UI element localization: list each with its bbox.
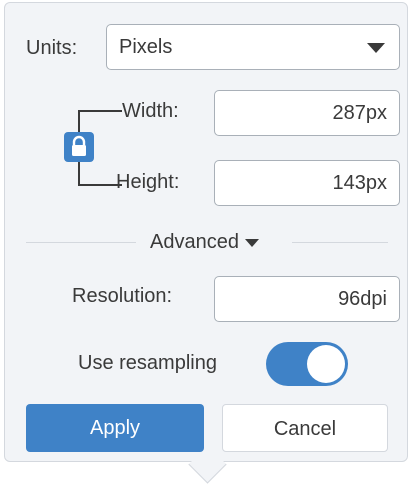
chevron-down-icon [244, 238, 259, 247]
resize-popover-canvas: Units: Pixels Width: Height: Advanced Re… [0, 0, 418, 488]
resampling-toggle[interactable] [266, 342, 348, 386]
toggle-knob [307, 345, 345, 383]
height-input[interactable] [214, 160, 400, 206]
divider-right [292, 242, 388, 243]
width-input[interactable] [214, 90, 400, 136]
units-select[interactable]: Pixels [106, 24, 400, 70]
resolution-input[interactable] [214, 276, 400, 322]
resampling-label: Use resampling [78, 352, 217, 374]
chevron-down-icon [367, 43, 385, 53]
resolution-label: Resolution: [72, 285, 173, 307]
bracket-top-horizontal [78, 110, 122, 112]
bracket-bottom-vertical [78, 162, 80, 186]
divider-left [26, 242, 136, 243]
cancel-button[interactable]: Cancel [222, 404, 388, 452]
width-label: Width: [122, 100, 179, 122]
aspect-lock-button[interactable] [64, 132, 94, 162]
units-label: Units: [26, 37, 78, 59]
lock-icon [72, 135, 86, 156]
height-label: Height: [116, 171, 180, 193]
bracket-top-vertical [78, 110, 80, 134]
advanced-toggle[interactable]: Advanced [150, 230, 259, 254]
advanced-label: Advanced [150, 231, 239, 253]
units-selected-value: Pixels [119, 36, 173, 58]
apply-button[interactable]: Apply [26, 404, 204, 452]
